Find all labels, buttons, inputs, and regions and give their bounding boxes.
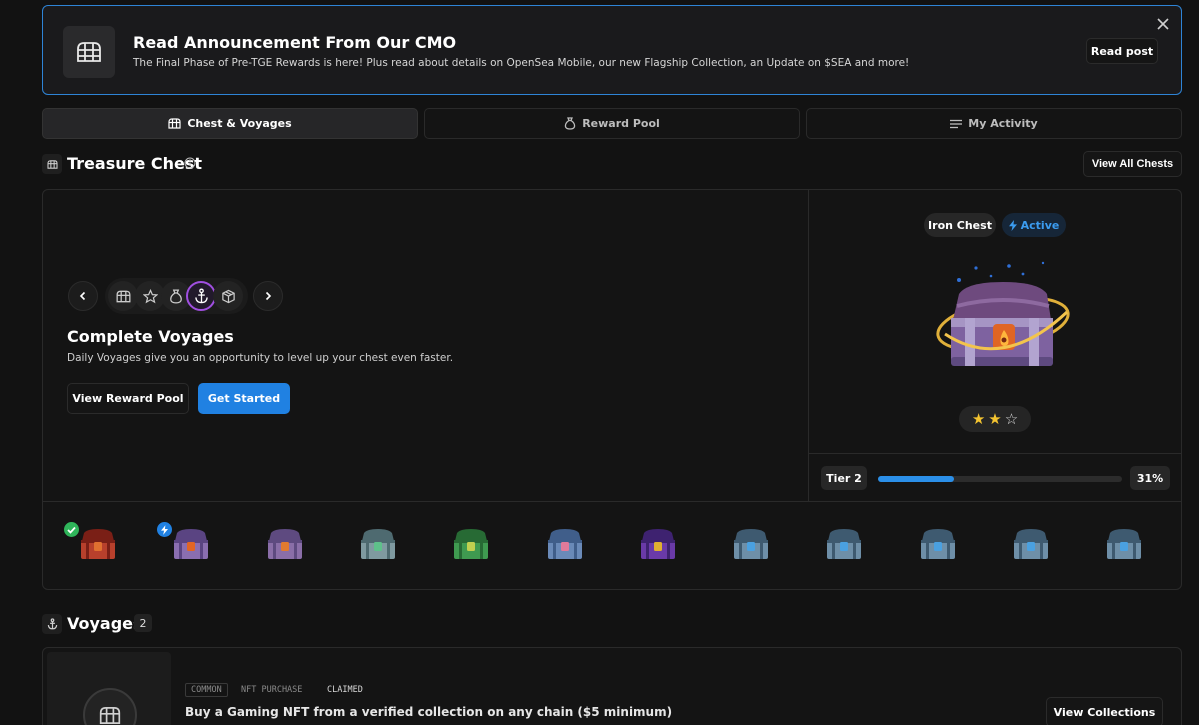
anchor-icon [194,288,209,304]
chest-level-7[interactable] [639,527,677,561]
next-step-button[interactable] [253,281,283,311]
box-icon [221,289,236,304]
chest-level-6[interactable] [546,527,584,561]
chest-icon [168,118,181,129]
step-box[interactable] [213,281,243,311]
chest-icon [42,154,62,174]
voyages-title: Voyages [67,614,143,633]
tab-chest-voyages[interactable]: Chest & Voyages [42,108,418,139]
divider [808,453,1181,454]
view-reward-pool-button[interactable]: View Reward Pool [67,383,189,414]
chest-level-2[interactable] [172,527,210,561]
chest-level-5[interactable] [452,527,490,561]
lightning-icon [1008,219,1017,231]
chest-icon [83,688,137,725]
view-collections-button[interactable]: View Collections [1046,697,1163,725]
chest-icon [116,290,131,303]
chest-level-8[interactable] [732,527,770,561]
chest-name: Iron Chest [928,218,992,232]
chevron-right-icon [264,291,272,301]
voyage-thumbnail [47,652,171,725]
info-icon[interactable] [184,157,196,169]
chest-level-9[interactable] [825,527,863,561]
voyages-count-badge: 2 [134,614,152,632]
banner-title: Read Announcement From Our CMO [133,33,457,52]
check-icon [64,522,79,537]
progress-fill [878,476,954,482]
complete-voyages-description: Daily Voyages give you an opportunity to… [67,352,454,364]
voyage-description: Buy a Gaming NFT from a verified collect… [185,705,673,719]
status-badge: Active [1002,213,1066,237]
star-empty-icon: ☆ [1004,409,1019,428]
chest-level-4[interactable] [359,527,397,561]
tab-label: Reward Pool [582,117,660,130]
lightning-icon [157,522,173,537]
rarity-tag: COMMON [185,683,228,697]
chest-level-10[interactable] [919,527,957,561]
tier-progress-bar [878,476,1122,482]
read-post-button[interactable]: Read post [1086,38,1158,64]
view-all-chests-button[interactable]: View All Chests [1083,151,1182,177]
tier-badge: Tier 2 [821,466,867,490]
chest-stars: ★ ★ ☆ [959,406,1031,432]
chest-level-12[interactable] [1105,527,1143,561]
iron-chest-image [931,254,1073,380]
category-tag: NFT PURCHASE [241,685,303,695]
list-icon [950,119,963,129]
complete-voyages-title: Complete Voyages [67,327,234,346]
money-bag-icon [564,117,576,130]
tab-reward-pool[interactable]: Reward Pool [424,108,800,139]
chest-level-3[interactable] [266,527,304,561]
divider [43,501,1181,502]
previous-step-button[interactable] [68,281,98,311]
money-bag-icon [169,289,183,304]
step-anchor[interactable] [186,281,216,311]
treasure-chest-card: Complete Voyages Daily Voyages give you … [42,189,1182,590]
star-filled-icon: ★ [971,409,986,428]
close-icon[interactable] [1155,16,1171,32]
announcement-banner: Read Announcement From Our CMO The Final… [42,5,1182,95]
status-text: Active [1020,218,1060,232]
tab-my-activity[interactable]: My Activity [806,108,1182,139]
tier-label: Tier 2 [826,471,862,485]
anchor-icon [42,614,62,634]
chest-icon [63,26,115,78]
tab-label: Chest & Voyages [187,117,292,130]
chest-level-11[interactable] [1012,527,1050,561]
star-icon [142,288,158,304]
claimed-tag: CLAIMED [327,685,363,695]
tab-label: My Activity [968,117,1038,130]
banner-subtitle: The Final Phase of Pre-TGE Rewards is he… [133,57,910,69]
get-started-button[interactable]: Get Started [198,383,290,414]
chevron-left-icon [79,291,87,301]
divider [808,190,809,501]
star-filled-icon: ★ [988,409,1002,428]
treasure-chest-title: Treasure Chest [67,154,203,173]
chest-level-1[interactable] [79,527,117,561]
step-chest[interactable] [108,281,138,311]
progress-percent-badge: 31% [1130,466,1170,490]
chest-name-badge: Iron Chest [924,213,996,237]
progress-label: 31% [1136,471,1164,485]
